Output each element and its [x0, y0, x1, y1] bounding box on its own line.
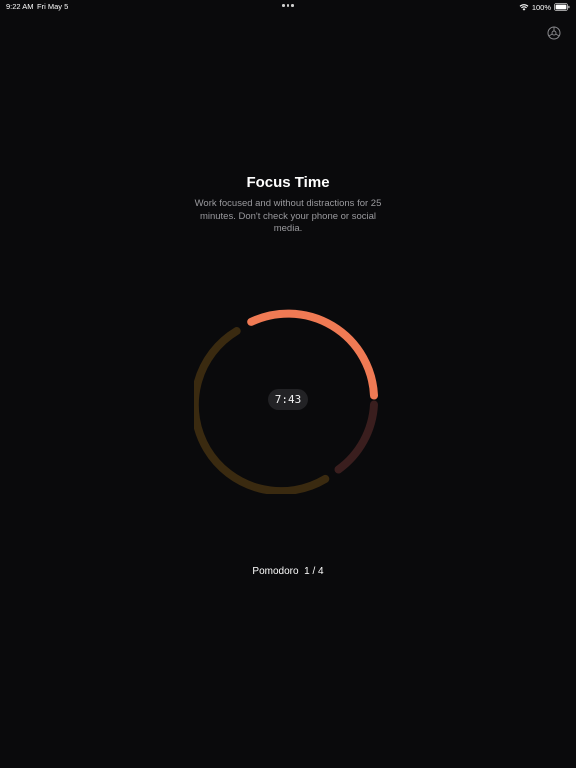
status-date: Fri May 5 [37, 2, 69, 11]
status-time: 9:22 AM [6, 2, 34, 11]
gear-icon[interactable] [546, 25, 562, 41]
focus-description: Work focused and without distractions fo… [194, 198, 382, 234]
timer-display[interactable]: 7:43 [268, 389, 308, 410]
status-right-group: 100% [519, 1, 570, 13]
wifi-icon [519, 4, 529, 11]
timer-ring-segment-focus [247, 309, 378, 400]
battery-percentage: 100% [531, 2, 551, 12]
session-count: 1 / 4 [304, 566, 324, 577]
timer-ring-segment-short-break [334, 400, 378, 474]
session-counter: Pomodoro 1 / 4 [0, 566, 576, 577]
timer-ring-segment-long-break [194, 327, 330, 494]
battery-icon [554, 3, 570, 11]
focus-title: Focus Time [246, 174, 330, 191]
session-label: Pomodoro [252, 566, 299, 577]
status-bar: 9:22 AM Fri May 5 100% [0, 0, 576, 14]
multitasking-dots-icon[interactable] [282, 4, 294, 8]
